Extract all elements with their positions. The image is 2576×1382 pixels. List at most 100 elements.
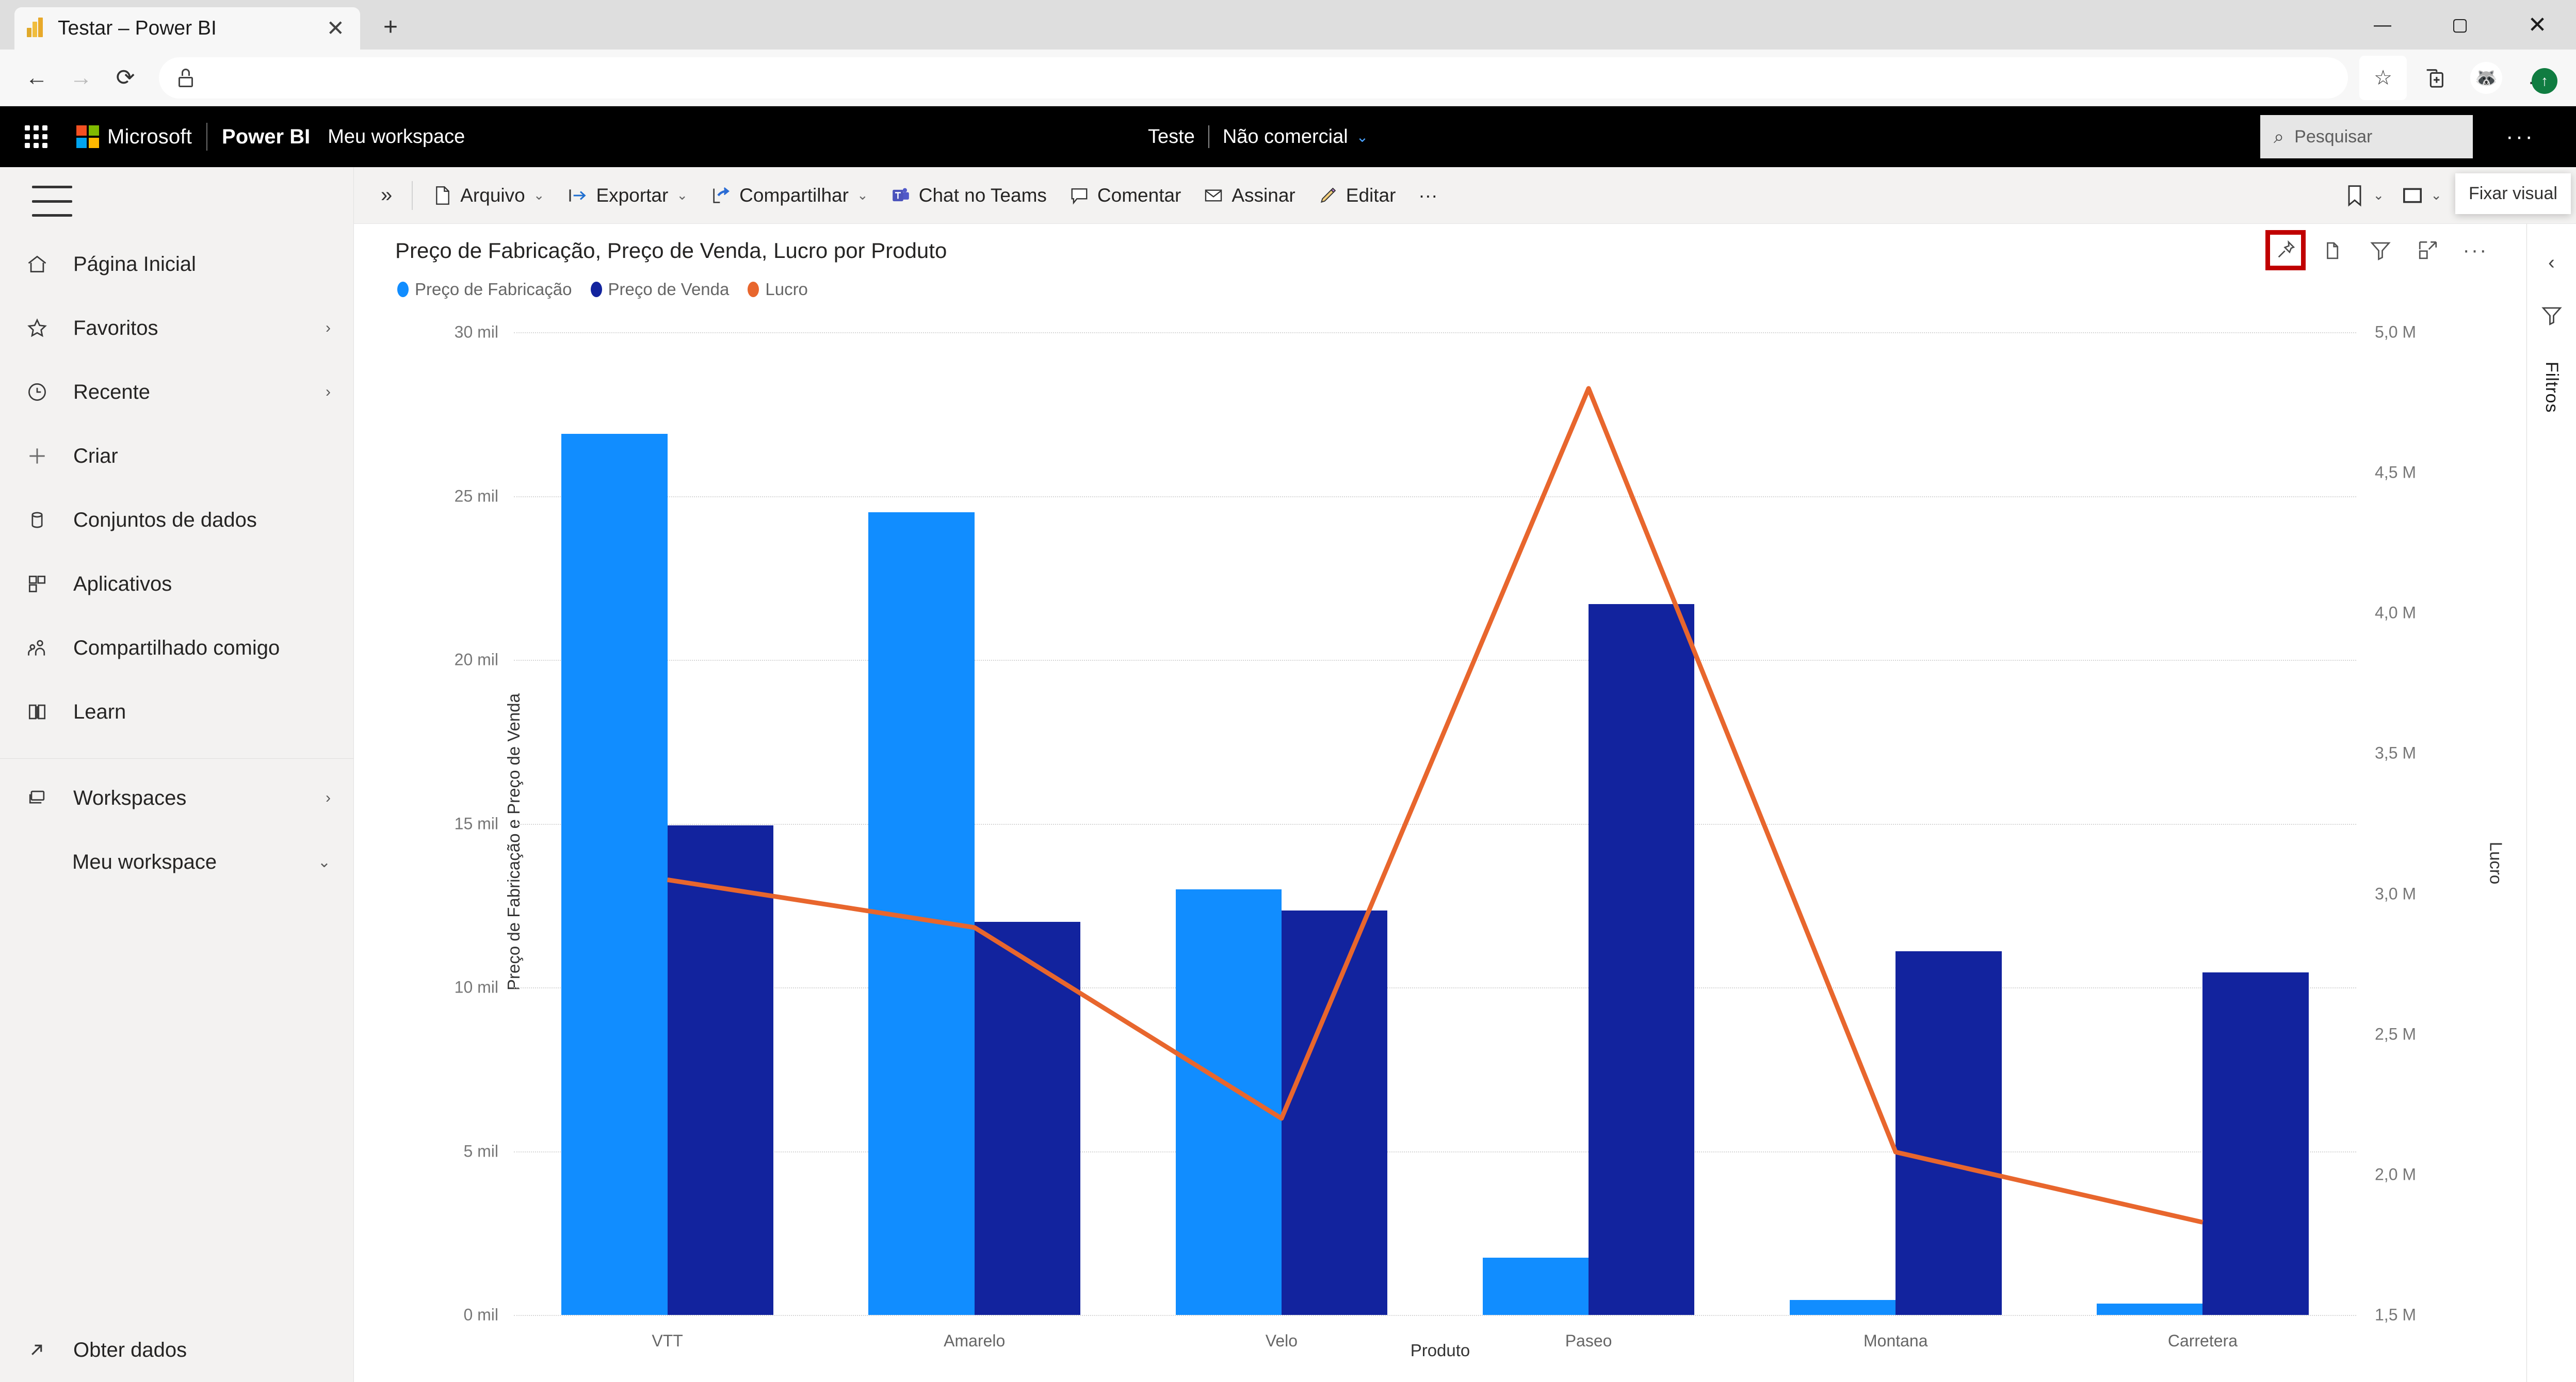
reload-icon[interactable]: ⟳ bbox=[103, 56, 148, 100]
ribbon-item-label: Exportar bbox=[596, 184, 669, 206]
powerbi-wordmark[interactable]: Power BI bbox=[222, 125, 310, 149]
legend-label: Preço de Fabricação bbox=[415, 280, 572, 299]
chart-bar[interactable] bbox=[1175, 889, 1282, 1315]
ribbon-more-icon[interactable]: ··· bbox=[1407, 167, 1449, 224]
new-tab-button[interactable]: + bbox=[374, 11, 408, 42]
comment-icon bbox=[1070, 186, 1089, 205]
chart-bar[interactable] bbox=[2202, 972, 2309, 1315]
window-close-icon[interactable]: ✕ bbox=[2499, 0, 2576, 50]
y-tick-label: 10 mil bbox=[454, 978, 498, 997]
chevron-down-icon[interactable]: ⌄ bbox=[676, 187, 688, 203]
chart-bar[interactable] bbox=[1895, 951, 2002, 1315]
chart-legend: Preço de Fabricação Preço de Venda Lucro bbox=[397, 280, 808, 299]
search-input[interactable]: ⌕ Pesquisar bbox=[2260, 115, 2473, 158]
browser-tab[interactable]: Testar – Power BI ✕ bbox=[14, 7, 360, 50]
gridline bbox=[514, 496, 2356, 497]
ribbon-item-editar[interactable]: Editar bbox=[1307, 167, 1407, 224]
ribbon-item-exportar[interactable]: Exportar ⌄ bbox=[556, 167, 700, 224]
browser-settings-icon[interactable]: … ↑ bbox=[2514, 56, 2562, 100]
app-launcher-icon[interactable] bbox=[14, 125, 58, 148]
update-badge-icon: ↑ bbox=[2532, 68, 2557, 94]
collections-icon[interactable] bbox=[2411, 56, 2458, 100]
gridline bbox=[514, 823, 2356, 825]
sidebar-item-label: Compartilhado comigo bbox=[73, 636, 280, 659]
clock-icon bbox=[26, 381, 62, 403]
filters-pane-rail: ‹ Filtros bbox=[2526, 224, 2576, 1382]
chart-plot-area[interactable]: Preço de Fabricação e Preço de Venda Luc… bbox=[354, 301, 2526, 1382]
legend-item[interactable]: Lucro bbox=[748, 280, 808, 299]
ribbon-item-comentar[interactable]: Comentar bbox=[1058, 167, 1192, 224]
collapse-pane-icon[interactable]: ‹ bbox=[2548, 252, 2555, 274]
chart-bar[interactable] bbox=[1482, 1257, 1589, 1315]
hamburger-icon[interactable] bbox=[32, 186, 72, 217]
sidebar-item-apps[interactable]: Aplicativos bbox=[0, 552, 353, 616]
ribbon-item-assinar[interactable]: Assinar bbox=[1192, 167, 1306, 224]
sidebar-item-my-workspace[interactable]: Meu workspace ⌄ bbox=[0, 830, 353, 894]
more-options-icon[interactable]: ··· bbox=[2455, 230, 2496, 270]
chevron-down-icon[interactable]: ⌄ bbox=[318, 853, 331, 871]
filter-funnel-icon[interactable] bbox=[2541, 305, 2563, 331]
chevron-down-icon[interactable]: ⌄ bbox=[533, 187, 545, 203]
sidebar-item-label: Página Inicial bbox=[73, 252, 196, 275]
back-icon[interactable]: ← bbox=[14, 56, 59, 100]
ribbon-item-arquivo[interactable]: Arquivo ⌄ bbox=[422, 167, 556, 224]
ribbon-item-compartilhar[interactable]: Compartilhar ⌄ bbox=[699, 167, 880, 224]
ribbon-item-chat-teams[interactable]: Chat no Teams bbox=[880, 167, 1058, 224]
address-bar[interactable] bbox=[159, 57, 2348, 99]
sidebar-item-label: Recente bbox=[73, 380, 150, 403]
chevron-down-icon[interactable]: ⌄ bbox=[1356, 128, 1368, 145]
chevron-right-icon[interactable]: › bbox=[326, 319, 331, 337]
header-more-icon[interactable]: ··· bbox=[2506, 124, 2535, 150]
y-tick-label: 0 mil bbox=[463, 1305, 498, 1324]
breadcrumb-workspace[interactable]: Meu workspace bbox=[328, 126, 465, 148]
chevron-down-icon[interactable]: ⌄ bbox=[2431, 187, 2442, 203]
close-icon[interactable]: ✕ bbox=[322, 18, 349, 39]
microsoft-squares-icon bbox=[76, 125, 99, 148]
chart-bar[interactable] bbox=[561, 433, 668, 1315]
pin-visual-icon[interactable] bbox=[2265, 230, 2306, 270]
y-tick-label: 20 mil bbox=[454, 650, 498, 669]
chart-bar[interactable] bbox=[974, 922, 1081, 1315]
chart-bar[interactable] bbox=[1789, 1300, 1896, 1315]
chart-bar[interactable] bbox=[667, 825, 773, 1315]
sidebar-item-shared-with-me[interactable]: Compartilhado comigo bbox=[0, 616, 353, 680]
ribbon-item-label: Editar bbox=[1346, 184, 1396, 206]
sidebar-item-home[interactable]: Página Inicial bbox=[0, 232, 353, 296]
chart-bar[interactable] bbox=[2097, 1303, 2203, 1315]
chevron-right-icon[interactable]: › bbox=[326, 383, 331, 401]
y2-tick-label: 3,0 M bbox=[2375, 884, 2417, 903]
expand-ribbon-icon[interactable]: » bbox=[367, 184, 402, 207]
filter-icon[interactable] bbox=[2360, 230, 2401, 270]
sidebar-item-workspaces[interactable]: Workspaces › bbox=[0, 766, 353, 830]
chart-bar[interactable] bbox=[1589, 604, 1695, 1315]
report-visual[interactable]: Preço de Fabricação, Preço de Venda, Luc… bbox=[354, 173, 2571, 1382]
legend-item[interactable]: Preço de Venda bbox=[590, 280, 729, 299]
chevron-right-icon[interactable]: › bbox=[326, 789, 331, 807]
filters-pane-label[interactable]: Filtros bbox=[2541, 362, 2562, 413]
sidebar-item-create[interactable]: Criar bbox=[0, 424, 353, 488]
copy-visual-icon[interactable] bbox=[2313, 230, 2353, 270]
sidebar-item-recent[interactable]: Recente › bbox=[0, 360, 353, 424]
forward-icon[interactable]: → bbox=[59, 56, 103, 100]
sidebar-item-favorites[interactable]: Favoritos › bbox=[0, 296, 353, 360]
add-favorite-icon[interactable]: ☆ bbox=[2359, 55, 2407, 100]
y2-tick-label: 5,0 M bbox=[2375, 322, 2417, 342]
minimize-icon[interactable]: — bbox=[2344, 0, 2421, 50]
maximize-icon[interactable]: ▢ bbox=[2421, 0, 2499, 50]
left-nav-sidebar: Página Inicial Favoritos › Recente › Cri… bbox=[0, 167, 354, 1382]
chart-bar[interactable] bbox=[868, 512, 975, 1315]
chevron-down-icon[interactable]: ⌄ bbox=[2373, 187, 2384, 203]
sidebar-item-get-data[interactable]: Obter dados bbox=[0, 1318, 353, 1382]
focus-mode-icon[interactable] bbox=[2408, 230, 2448, 270]
profile-avatar[interactable]: 🦝 bbox=[2462, 56, 2510, 100]
chevron-down-icon[interactable]: ⌄ bbox=[857, 187, 868, 203]
legend-item[interactable]: Preço de Fabricação bbox=[397, 280, 572, 299]
report-name[interactable]: Teste bbox=[1148, 126, 1195, 148]
chart-bar[interactable] bbox=[1281, 910, 1388, 1315]
home-icon bbox=[26, 253, 62, 275]
sidebar-item-learn[interactable]: Learn bbox=[0, 680, 353, 744]
view-icon[interactable] bbox=[2390, 173, 2435, 218]
bookmark-icon[interactable] bbox=[2332, 173, 2377, 218]
license-label[interactable]: Não comercial bbox=[1223, 126, 1348, 148]
sidebar-item-datasets[interactable]: Conjuntos de dados bbox=[0, 488, 353, 552]
